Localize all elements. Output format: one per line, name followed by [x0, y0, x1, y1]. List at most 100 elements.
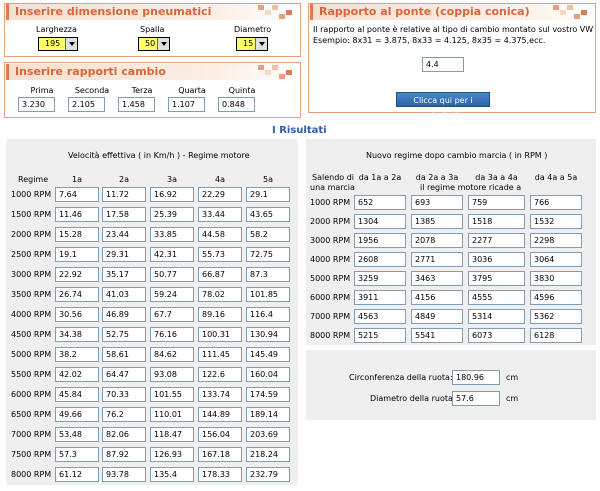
shift-cell[interactable]: 6128: [530, 328, 582, 343]
speed-cell[interactable]: 58.61: [102, 347, 146, 362]
shift-cell[interactable]: 2277: [468, 233, 525, 248]
chevron-down-icon[interactable]: [157, 38, 169, 50]
shift-cell[interactable]: 5215: [354, 328, 406, 343]
speed-cell[interactable]: 76.16: [150, 327, 194, 342]
speed-cell[interactable]: 144.89: [198, 407, 242, 422]
speed-cell[interactable]: 30.56: [55, 307, 99, 322]
speed-cell[interactable]: 15.28: [55, 227, 99, 242]
shift-cell[interactable]: 2608: [354, 252, 406, 267]
speed-cell[interactable]: 46.89: [102, 307, 146, 322]
width-select[interactable]: 195: [38, 37, 78, 51]
speed-cell[interactable]: 178.33: [198, 467, 242, 482]
speed-cell[interactable]: 25.39: [150, 207, 194, 222]
speed-cell[interactable]: 130.94: [246, 327, 290, 342]
speed-cell[interactable]: 19.1: [55, 247, 99, 262]
shift-cell[interactable]: 693: [411, 195, 463, 210]
speed-cell[interactable]: 23.44: [102, 227, 146, 242]
speed-cell[interactable]: 17.58: [102, 207, 146, 222]
speed-cell[interactable]: 11.72: [102, 187, 146, 202]
speed-cell[interactable]: 41.03: [102, 287, 146, 302]
speed-cell[interactable]: 26.74: [55, 287, 99, 302]
speed-cell[interactable]: 93.78: [102, 467, 146, 482]
speed-cell[interactable]: 38.2: [55, 347, 99, 362]
speed-cell[interactable]: 42.02: [55, 367, 99, 382]
speed-cell[interactable]: 16.92: [150, 187, 194, 202]
speed-cell[interactable]: 70.33: [102, 387, 146, 402]
speed-cell[interactable]: 118.47: [150, 427, 194, 442]
gear-ratio-input-2[interactable]: 2.105: [68, 97, 105, 112]
speed-cell[interactable]: 53.48: [55, 427, 99, 442]
shift-cell[interactable]: 1518: [468, 214, 525, 229]
speed-cell[interactable]: 29.1: [246, 187, 290, 202]
speed-cell[interactable]: 35.17: [102, 267, 146, 282]
speed-cell[interactable]: 101.85: [246, 287, 290, 302]
speed-cell[interactable]: 111.45: [198, 347, 242, 362]
diameter-select[interactable]: 15: [236, 37, 268, 51]
speed-cell[interactable]: 49.66: [55, 407, 99, 422]
speed-cell[interactable]: 64.47: [102, 367, 146, 382]
speed-cell[interactable]: 174.59: [246, 387, 290, 402]
speed-cell[interactable]: 100.31: [198, 327, 242, 342]
shift-cell[interactable]: 5362: [530, 309, 582, 324]
speed-cell[interactable]: 126.93: [150, 447, 194, 462]
shift-cell[interactable]: 3259: [354, 271, 406, 286]
speed-cell[interactable]: 78.02: [198, 287, 242, 302]
shift-cell[interactable]: 1956: [354, 233, 406, 248]
speed-cell[interactable]: 122.6: [198, 367, 242, 382]
shift-cell[interactable]: 4563: [354, 309, 406, 324]
shift-cell[interactable]: 3911: [354, 290, 406, 305]
speed-cell[interactable]: 133.74: [198, 387, 242, 402]
speed-cell[interactable]: 50.77: [150, 267, 194, 282]
speed-cell[interactable]: 87.3: [246, 267, 290, 282]
chevron-down-icon[interactable]: [65, 38, 77, 50]
shift-cell[interactable]: 1385: [411, 214, 463, 229]
shift-cell[interactable]: 5541: [411, 328, 463, 343]
speed-cell[interactable]: 61.12: [55, 467, 99, 482]
shift-cell[interactable]: 4849: [411, 309, 463, 324]
shift-cell[interactable]: 3036: [468, 252, 525, 267]
speed-cell[interactable]: 145.49: [246, 347, 290, 362]
wheel-diameter-value[interactable]: 57.6: [452, 391, 500, 406]
shift-cell[interactable]: 2078: [411, 233, 463, 248]
speed-cell[interactable]: 52.75: [102, 327, 146, 342]
profile-select[interactable]: 50: [138, 37, 170, 51]
speed-cell[interactable]: 59.24: [150, 287, 194, 302]
speed-cell[interactable]: 67.7: [150, 307, 194, 322]
speed-cell[interactable]: 55.73: [198, 247, 242, 262]
shift-cell[interactable]: 3830: [530, 271, 582, 286]
speed-cell[interactable]: 189.14: [246, 407, 290, 422]
circumference-value[interactable]: 180.96: [452, 370, 500, 385]
speed-cell[interactable]: 34.38: [55, 327, 99, 342]
gear-ratio-input-1[interactable]: 3.230: [18, 97, 55, 112]
speed-cell[interactable]: 84.62: [150, 347, 194, 362]
speed-cell[interactable]: 58.2: [246, 227, 290, 242]
shift-cell[interactable]: 3463: [411, 271, 463, 286]
shift-cell[interactable]: 3064: [530, 252, 582, 267]
gear-ratio-input-4[interactable]: 1.107: [168, 97, 205, 112]
speed-cell[interactable]: 44.58: [198, 227, 242, 242]
speed-cell[interactable]: 76.2: [102, 407, 146, 422]
shift-cell[interactable]: 2771: [411, 252, 463, 267]
shift-cell[interactable]: 4555: [468, 290, 525, 305]
speed-cell[interactable]: 218.24: [246, 447, 290, 462]
speed-cell[interactable]: 93.08: [150, 367, 194, 382]
shift-cell[interactable]: 5314: [468, 309, 525, 324]
speed-cell[interactable]: 156.04: [198, 427, 242, 442]
speed-cell[interactable]: 135.4: [150, 467, 194, 482]
shift-cell[interactable]: 4596: [530, 290, 582, 305]
chevron-down-icon[interactable]: [255, 38, 267, 50]
speed-cell[interactable]: 203.69: [246, 427, 290, 442]
speed-cell[interactable]: 66.87: [198, 267, 242, 282]
speed-cell[interactable]: 167.18: [198, 447, 242, 462]
speed-cell[interactable]: 101.55: [150, 387, 194, 402]
speed-cell[interactable]: 22.92: [55, 267, 99, 282]
shift-cell[interactable]: 3795: [468, 271, 525, 286]
speed-cell[interactable]: 110.01: [150, 407, 194, 422]
shift-cell[interactable]: 759: [468, 195, 525, 210]
speed-cell[interactable]: 45.84: [55, 387, 99, 402]
gear-ratio-input-3[interactable]: 1.458: [118, 97, 155, 112]
shift-cell[interactable]: 766: [530, 195, 582, 210]
speed-cell[interactable]: 7.64: [55, 187, 99, 202]
speed-cell[interactable]: 22.29: [198, 187, 242, 202]
shift-cell[interactable]: 6073: [468, 328, 525, 343]
